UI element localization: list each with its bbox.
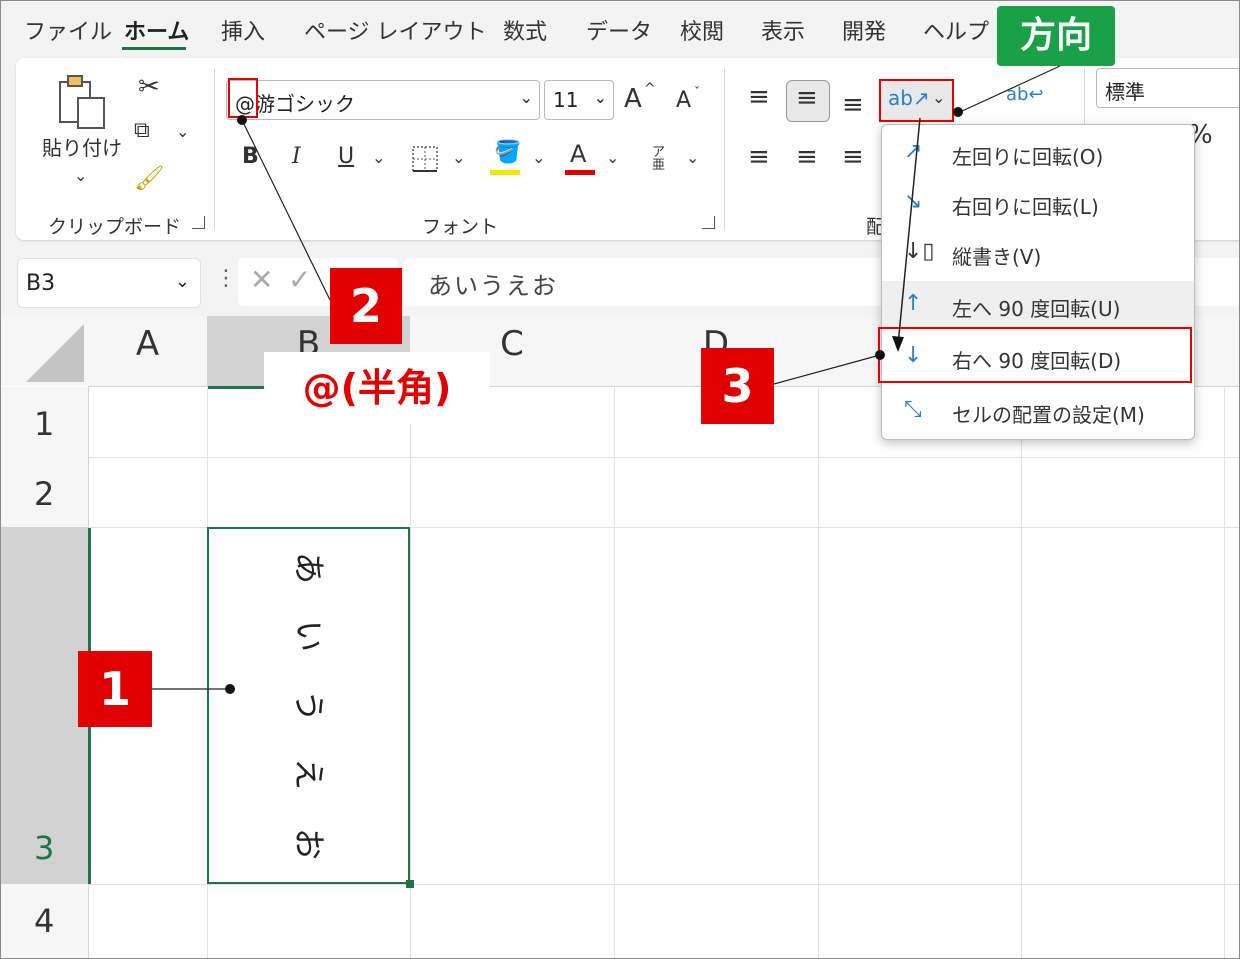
screenshot-frame bbox=[0, 0, 1240, 959]
